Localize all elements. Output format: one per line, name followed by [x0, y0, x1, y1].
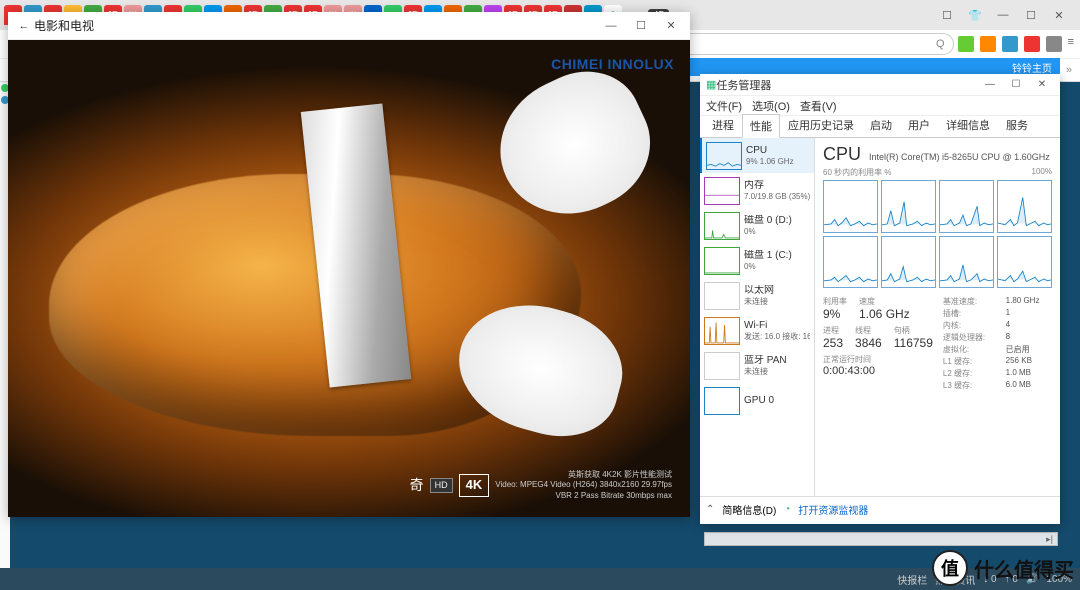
tab-startup[interactable]: 启动 [862, 113, 900, 137]
movies-window: ← 电影和电视 — ☐ ✕ CHIMEI INNOLUX 奇 HD 4K 英斯获… [8, 12, 690, 517]
cpu-core-charts[interactable] [823, 180, 1052, 288]
tm-item-cpu[interactable]: CPU9% 1.06 GHz [700, 138, 814, 173]
tm-max-icon[interactable]: ☐ [1004, 76, 1028, 94]
tm-item-disk0[interactable]: 磁盘 0 (D:)0% [700, 208, 814, 243]
window-ext-icon[interactable]: ☐ [936, 6, 958, 24]
tm-min-icon[interactable]: — [978, 76, 1002, 94]
menu-view[interactable]: 查看(V) [800, 98, 837, 114]
util-max: 100% [1032, 167, 1052, 178]
window-min-icon[interactable]: — [992, 6, 1014, 24]
tm-brief-label[interactable]: 简略信息(D) [722, 502, 776, 517]
brand-overlay: CHIMEI INNOLUX [551, 56, 674, 72]
browser-scroll-indicator[interactable]: ▸| [704, 532, 1058, 546]
wm-text: 什么值得买 [974, 554, 1074, 583]
tab-details[interactable]: 详细信息 [938, 113, 998, 137]
taskmgr-tabs: 进程 性能 应用历史记录 启动 用户 详细信息 服务 [700, 116, 1060, 138]
movies-title: 电影和电视 [34, 17, 94, 34]
tab-performance[interactable]: 性能 [742, 114, 780, 138]
tm-item-disk1[interactable]: 磁盘 1 (C:)0% [700, 243, 814, 278]
tm-close-icon[interactable]: ✕ [1030, 76, 1054, 94]
taskmgr-titlebar[interactable]: ▦ 任务管理器 — ☐ ✕ [700, 74, 1060, 96]
cpu-heading: CPU [823, 144, 861, 165]
movies-titlebar[interactable]: ← 电影和电视 — ☐ ✕ [8, 12, 690, 40]
search-icon[interactable]: Q [936, 38, 945, 50]
menu-file[interactable]: 文件(F) [706, 98, 742, 114]
video-viewport[interactable]: CHIMEI INNOLUX 奇 HD 4K 英斯获取 4K2K 影片性能测试 … [8, 40, 690, 517]
window-skin-icon[interactable]: 👕 [964, 6, 986, 24]
tab-processes[interactable]: 进程 [704, 113, 742, 137]
video-still [8, 40, 690, 517]
tm-item-bt[interactable]: 蓝牙 PAN未连接 [700, 348, 814, 383]
util-label: 60 秒内的利用率 % [823, 167, 891, 178]
tm-detail-pane: CPU Intel(R) Core(TM) i5-8265U CPU @ 1.6… [815, 138, 1060, 496]
wm-circle: 值 [932, 550, 968, 586]
ext-icon[interactable] [1002, 36, 1018, 52]
menu-icon[interactable]: ≡ [1068, 36, 1074, 52]
ext-icon[interactable] [980, 36, 996, 52]
movies-close-icon[interactable]: ✕ [658, 16, 684, 36]
tm-footer: ⌃ 简略信息(D) ◔ 打开资源监视器 [700, 496, 1060, 522]
tm-collapse-icon[interactable]: ⌃ [706, 504, 714, 515]
tm-item-gpu[interactable]: GPU 0 [700, 383, 814, 418]
menu-options[interactable]: 选项(O) [752, 98, 790, 114]
taskmgr-window: ▦ 任务管理器 — ☐ ✕ 文件(F) 选项(O) 查看(V) 进程 性能 应用… [700, 74, 1060, 524]
taskmgr-icon: ▦ [706, 78, 716, 91]
sb-item[interactable]: 快报栏 [897, 572, 927, 587]
movies-max-icon[interactable]: ☐ [628, 16, 654, 36]
tab-services[interactable]: 服务 [998, 113, 1036, 137]
taskmgr-title: 任务管理器 [716, 77, 771, 93]
browser-statusbar: 快报栏 热点资讯 ↓ 0 ↑ 0 🔊 100% [0, 568, 1080, 590]
window-close-icon[interactable]: ✕ [1048, 6, 1070, 24]
tm-item-wifi[interactable]: Wi-Fi发送: 16.0 接收: 16. [700, 313, 814, 348]
tm-item-memory[interactable]: 内存7.0/19.8 GB (35%) [700, 173, 814, 208]
tm-resmon-link[interactable]: 打开资源监视器 [798, 502, 868, 517]
cpu-spec-grid: 基准速度:1.80 GHz 插槽:1 内核:4 逻辑处理器:8 虚拟化:已启用 … [943, 296, 1052, 391]
resmon-icon: ◔ [784, 504, 790, 515]
movies-min-icon[interactable]: — [598, 16, 624, 36]
blue-strip-label[interactable]: 铃铃主页 [1012, 60, 1052, 75]
video-badge: 奇 HD 4K 英斯获取 4K2K 影片性能测试 Video: MPEG4 Vi… [410, 470, 672, 501]
tm-item-ethernet[interactable]: 以太网未连接 [700, 278, 814, 313]
ext-icon[interactable] [1046, 36, 1062, 52]
window-max-icon[interactable]: ☐ [1020, 6, 1042, 24]
tab-users[interactable]: 用户 [900, 113, 938, 137]
cpu-model: Intel(R) Core(TM) i5-8265U CPU @ 1.60GHz [869, 152, 1050, 162]
tm-resource-list: CPU9% 1.06 GHz 内存7.0/19.8 GB (35%) 磁盘 0 … [700, 138, 815, 496]
bm-more-icon[interactable]: » [1066, 64, 1072, 76]
tab-history[interactable]: 应用历史记录 [780, 113, 862, 137]
back-icon[interactable]: ← [14, 20, 34, 32]
smzdm-watermark: 值 什么值得买 [932, 550, 1074, 586]
ext-icon[interactable] [1024, 36, 1040, 52]
ext-icon[interactable] [958, 36, 974, 52]
